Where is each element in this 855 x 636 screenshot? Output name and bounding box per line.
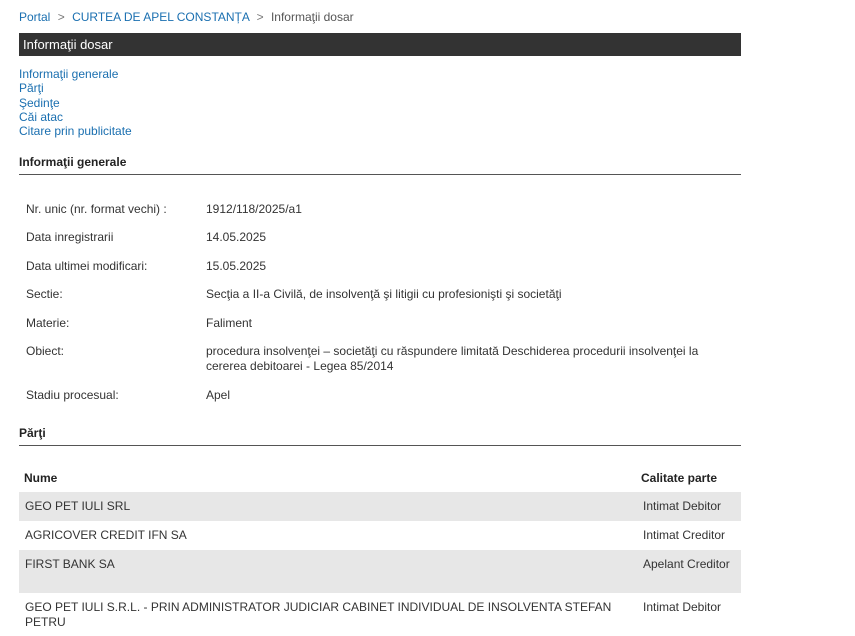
party-role: Intimat Debitor <box>643 499 722 513</box>
info-value: procedura insolvenţei – societăţi cu răs… <box>206 344 699 373</box>
info-value: Secţia a II-a Civilă, de insolvenţă şi l… <box>206 287 562 301</box>
party-role: Apelant Creditor <box>643 557 730 571</box>
parties-table: Nume Calitate parte GEO PET IULI SRL Int… <box>19 464 741 633</box>
nav-link-sedinte[interactable]: Şedinţe <box>19 96 132 110</box>
breadcrumb-current: Informaţii dosar <box>270 10 354 24</box>
table-row: GEO PET IULI S.R.L. - PRIN ADMINISTRATOR… <box>19 593 741 633</box>
info-value: Apel <box>206 388 231 402</box>
breadcrumb-court-link[interactable]: CURTEA DE APEL CONSTANȚA <box>72 10 249 24</box>
party-name: FIRST BANK SA <box>25 557 115 571</box>
party-name: GEO PET IULI S.R.L. - PRIN ADMINISTRATOR… <box>25 600 612 629</box>
column-header-name: Nume <box>24 471 58 485</box>
page-title: Informaţii dosar <box>19 33 741 56</box>
info-label: Data inregistrarii <box>26 230 114 244</box>
party-role: Intimat Creditor <box>643 528 726 542</box>
info-label: Nr. unic (nr. format vechi) : <box>26 202 167 216</box>
breadcrumb-separator: > <box>57 10 65 24</box>
table-row: FIRST BANK SA Apelant Creditor <box>19 550 741 593</box>
table-row: GEO PET IULI SRL Intimat Debitor <box>19 492 741 521</box>
breadcrumb-portal-link[interactable]: Portal <box>19 10 50 24</box>
info-value: 1912/118/2025/a1 <box>206 202 302 216</box>
table-row: AGRICOVER CREDIT IFN SA Intimat Creditor <box>19 521 741 550</box>
info-value: 15.05.2025 <box>206 259 267 273</box>
party-name: GEO PET IULI SRL <box>25 499 131 513</box>
column-header-role: Calitate parte <box>641 471 718 485</box>
info-value: Faliment <box>206 316 253 330</box>
general-info-heading: Informaţii generale <box>19 155 741 175</box>
table-header: Nume Calitate parte <box>19 464 741 492</box>
nav-link-parti[interactable]: Părţi <box>19 81 132 95</box>
party-role: Intimat Debitor <box>643 600 722 614</box>
info-value: 14.05.2025 <box>206 230 267 244</box>
info-label: Stadiu procesual: <box>26 388 119 402</box>
nav-link-informatii-generale[interactable]: Informaţii generale <box>19 67 132 81</box>
parties-heading: Părţi <box>19 426 741 446</box>
info-label: Sectie: <box>26 287 63 301</box>
nav-link-citare-publicitate[interactable]: Citare prin publicitate <box>19 124 132 138</box>
nav-link-cai-atac[interactable]: Căi atac <box>19 110 132 124</box>
breadcrumb: Portal > CURTEA DE APEL CONSTANȚA > Info… <box>19 10 354 24</box>
info-label: Materie: <box>26 316 70 330</box>
breadcrumb-separator: > <box>256 10 264 24</box>
section-nav: Informaţii generale Părţi Şedinţe Căi at… <box>19 67 132 138</box>
info-label: Data ultimei modificari: <box>26 259 148 273</box>
info-label: Obiect: <box>26 344 65 358</box>
party-name: AGRICOVER CREDIT IFN SA <box>25 528 187 542</box>
